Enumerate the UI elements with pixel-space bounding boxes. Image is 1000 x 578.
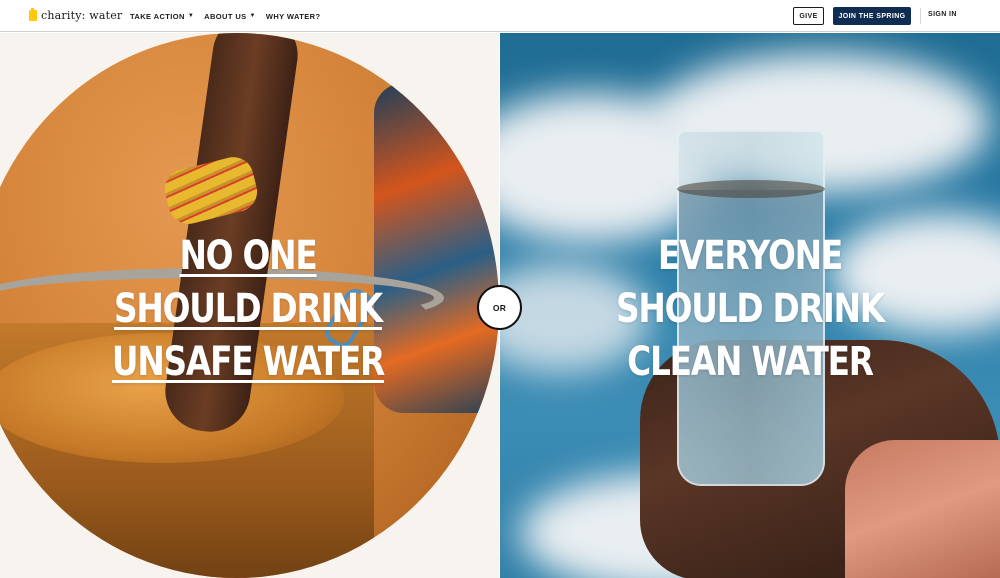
right-headline[interactable]: EVERYONE SHOULD DRINK CLEAN WATER bbox=[594, 230, 906, 389]
left-headline-line: SHOULD DRINK bbox=[114, 286, 383, 332]
right-headline-line: SHOULD DRINK bbox=[616, 286, 885, 332]
left-headline[interactable]: NO ONE SHOULD DRINK UNSAFE WATER bbox=[94, 230, 402, 389]
left-headline-line: UNSAFE WATER bbox=[111, 339, 385, 385]
sleeve-image bbox=[845, 440, 1000, 578]
menu-about-us[interactable]: ABOUT US ▼ bbox=[204, 12, 256, 21]
give-button[interactable]: GIVE bbox=[793, 7, 824, 25]
or-divider-badge: OR bbox=[477, 285, 522, 330]
caret-down-icon: ▼ bbox=[249, 13, 256, 19]
menu-take-action-label: TAKE ACTION bbox=[130, 11, 185, 21]
top-nav: charity: water TAKE ACTION ▼ ABOUT US ▼ … bbox=[0, 0, 1000, 32]
menu-why-water[interactable]: WHY WATER? bbox=[266, 12, 321, 21]
menu-take-action[interactable]: TAKE ACTION ▼ bbox=[130, 12, 194, 21]
caret-down-icon: ▼ bbox=[187, 13, 195, 19]
right-headline-line: EVERYONE bbox=[657, 233, 843, 279]
join-the-spring-button[interactable]: JOIN THE SPRING bbox=[833, 7, 911, 25]
logo-text: charity: water bbox=[41, 9, 123, 22]
sign-in-link[interactable]: SIGN IN bbox=[928, 11, 957, 18]
nav-divider bbox=[920, 8, 921, 24]
jerrycan-icon bbox=[29, 8, 37, 21]
right-headline-line: CLEAN WATER bbox=[627, 339, 874, 385]
menu-about-us-label: ABOUT US bbox=[204, 11, 247, 21]
glass-rim-image bbox=[677, 180, 825, 198]
logo[interactable]: charity: water bbox=[29, 8, 123, 22]
menu-why-water-label: WHY WATER? bbox=[265, 11, 321, 21]
left-headline-line: NO ONE bbox=[179, 233, 317, 279]
main-menu: TAKE ACTION ▼ ABOUT US ▼ WHY WATER? bbox=[130, 0, 330, 32]
